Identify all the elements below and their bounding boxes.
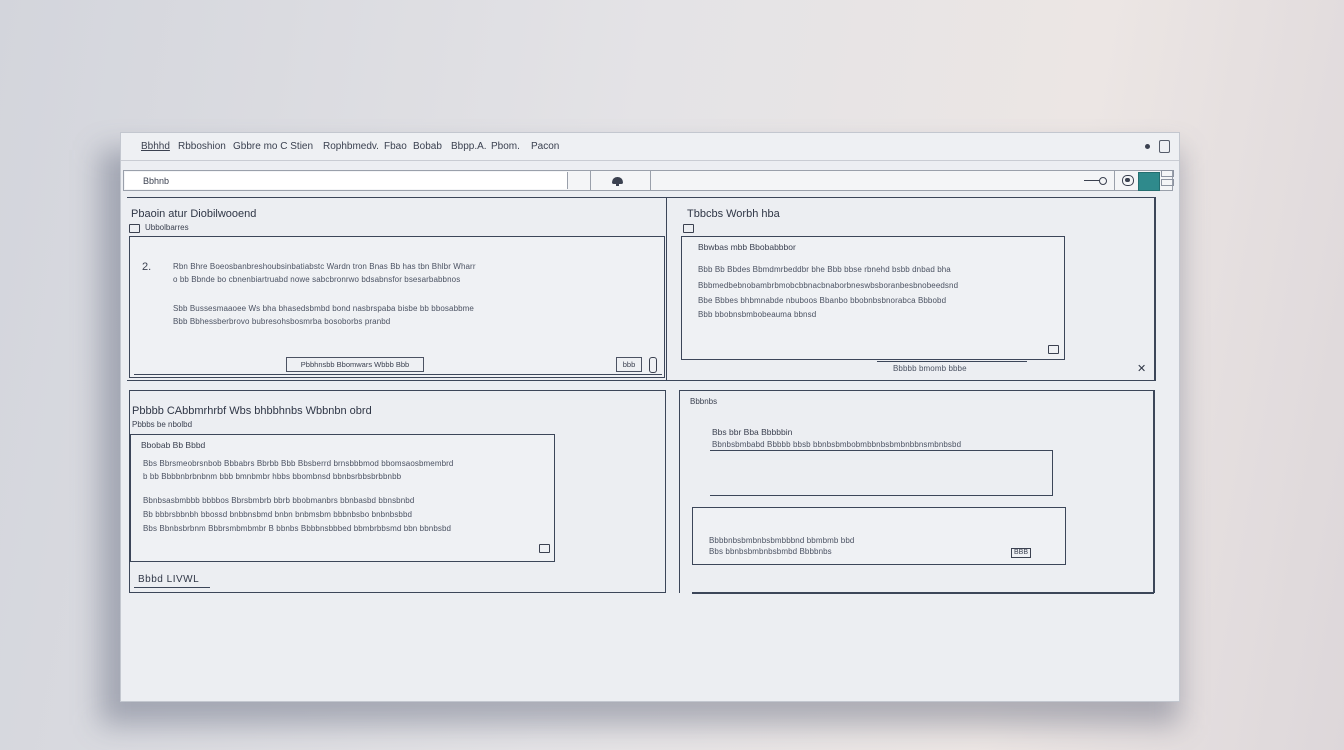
content-card: 2. Rbn Bhre Boeosbanbreshoubsinbatiabstc… xyxy=(129,236,665,378)
panel-bottom-left: Pbbbb CAbbmrhrbf Wbs bhbbhnbs Wbbnbn obr… xyxy=(129,390,666,593)
content-card: Bbbbnbsbmbnbsbmbbbnd bbmbmb bbd Bbs bbnb… xyxy=(692,507,1066,565)
divider xyxy=(134,374,662,375)
edit-icon[interactable] xyxy=(129,224,140,233)
text-line: Bbbbnbsbmbnbsbmbbbnd bbmbmb bbd xyxy=(709,536,855,545)
text-line: o bb Bbnde bo cbnenbiartruabd nowe sabcb… xyxy=(173,275,461,284)
menu-item[interactable]: Rophbmedv. xyxy=(323,141,379,152)
divider xyxy=(134,587,210,588)
toggle-icon[interactable] xyxy=(1122,175,1134,186)
list-marker: 2. xyxy=(142,261,152,273)
panel-title: Tbbcbs Worbh hba xyxy=(687,208,780,220)
primary-button[interactable]: Pbbhnsbb Bbomwars Wbbb Bbb xyxy=(286,357,424,372)
text-line[interactable]: Bbnbsbmbabd Bbbbb bbsb bbnbsbmbobmbbnbsb… xyxy=(712,440,961,449)
menu-item[interactable]: Pacon xyxy=(531,141,559,152)
dot-icon[interactable] xyxy=(1145,144,1150,149)
address-divider xyxy=(650,171,651,190)
address-bar xyxy=(123,170,1173,191)
panel-title: Pbaoin atur Diobilwooend xyxy=(131,208,257,220)
text-line: Bbe Bbbes bhbmnabde nbuboos Bbanbo bbobn… xyxy=(698,296,947,305)
menu-item[interactable]: Bbpp.A. xyxy=(451,141,487,152)
text-line: Bbbmedbebnobambrbmobcbbnacbnaborbneswbsb… xyxy=(698,281,959,290)
panel-title: Pbbbb CAbbmrhrbf Wbs bhbbhnbs Wbbnbn obr… xyxy=(132,405,372,417)
menu-item[interactable]: Gbbre mo C Stien xyxy=(233,141,313,152)
text-line: Bbb Bbhessberbrovo bubresohsbosmrba boso… xyxy=(173,317,391,326)
menu-item[interactable]: Bbhhd xyxy=(141,141,170,152)
input-group: Bbs bbr Bba Bbbbbin Bbnbsbmbabd Bbbbb bb… xyxy=(698,427,1054,497)
text-line: b bb Bbbbnbrbnbnm bbb bmnbmbr hbbs bbomb… xyxy=(143,472,402,481)
panel-bottom-right: Bbbnbs Bbs bbr Bba Bbbbbin Bbnbsbmbabd B… xyxy=(679,390,1155,594)
close-x-icon[interactable]: ✕ xyxy=(1137,362,1146,375)
stamp-label: Bbbd LIVWL xyxy=(138,574,200,585)
menu-bar: Bbhhd Rbboshion Gbbre mo C Stien Rophbme… xyxy=(121,133,1179,161)
menu-item[interactable]: Pbom. xyxy=(491,141,520,152)
text-line: Bb bbbrsbbnbh bbossd bnbbnsbmd bnbn bnbm… xyxy=(143,510,413,519)
address-divider xyxy=(1114,171,1115,190)
divider xyxy=(692,592,1154,594)
side-icon-stack xyxy=(1161,170,1177,198)
text-line: Rbn Bhre Boeosbanbreshoubsinbatiabstc Wa… xyxy=(173,262,476,271)
menu-item[interactable]: Rbboshion xyxy=(178,141,226,152)
panel-subtitle: Bbbnbs xyxy=(690,397,718,406)
edit-icon[interactable] xyxy=(1048,345,1059,354)
menu-item[interactable]: Bobab xyxy=(413,141,442,152)
footer-label: Bbbbb bmomb bbbe xyxy=(893,364,967,373)
divider xyxy=(877,361,1027,362)
window-icon[interactable] xyxy=(1161,170,1174,177)
small-button[interactable]: bbb xyxy=(616,357,642,372)
address-input[interactable] xyxy=(125,172,568,189)
card-heading: Bbwbas mbb Bbobabbbor xyxy=(698,242,796,252)
trash-icon[interactable] xyxy=(1159,140,1170,153)
card-heading: Bbobab Bb Bbbd xyxy=(141,440,206,450)
text-line: Bbs bbnbsbmbnbsbmbd Bbbbnbs xyxy=(709,547,832,556)
text-line: Bbs Bbnbsbrbnm Bbbrsmbmbmbr B bbnbs Bbbb… xyxy=(143,524,452,533)
panel-top-left: Pbaoin atur Diobilwooend Ubbolbarres 2. … xyxy=(127,197,667,381)
content-card: Bbobab Bb Bbbd Bbs Bbrsmeobrsnbob Bbbabr… xyxy=(130,434,555,562)
edit-icon[interactable] xyxy=(683,224,694,233)
edit-icon[interactable] xyxy=(539,544,550,553)
text-line: Sbb Bussesmaaoee Ws bha bhasedsbmbd bond… xyxy=(173,304,474,313)
cloud-icon[interactable] xyxy=(612,177,623,186)
status-badge: BBB xyxy=(1011,548,1032,558)
address-divider xyxy=(590,171,591,190)
panel-subtitle: Ubbolbarres xyxy=(145,223,189,232)
text-area[interactable] xyxy=(710,450,1053,496)
slider-icon[interactable] xyxy=(1084,174,1108,186)
text-line: Bbnbsasbmbbb bbbbos Bbrsbmbrb bbrb bbobm… xyxy=(143,496,415,505)
text-line: Bbs Bbrsmeobrsnbob Bbbabrs Bbrbb Bbb Bbs… xyxy=(143,459,454,468)
panel-top-right: Tbbcbs Worbh hba Bbwbas mbb Bbobabbbor B… xyxy=(666,197,1156,381)
color-swatch[interactable] xyxy=(1138,172,1160,191)
app-window: Bbhhd Rbboshion Gbbre mo C Stien Rophbme… xyxy=(120,132,1180,702)
resize-icon[interactable] xyxy=(649,357,657,373)
menu-item[interactable]: Fbao xyxy=(384,141,407,152)
panel-subtitle: Pbbbs be nbolbd xyxy=(132,420,193,429)
window-icon[interactable] xyxy=(1161,179,1174,186)
text-line: Bbb Bb Bbdes Bbmdmrbeddbr bhe Bbb bbse r… xyxy=(698,265,951,274)
card-heading: Bbs bbr Bba Bbbbbin xyxy=(712,427,793,437)
text-line: Bbb bbobnsbmbobeauma bbnsd xyxy=(698,310,817,319)
content-card: Bbwbas mbb Bbobabbbor Bbb Bb Bbdes Bbmdm… xyxy=(681,236,1065,360)
